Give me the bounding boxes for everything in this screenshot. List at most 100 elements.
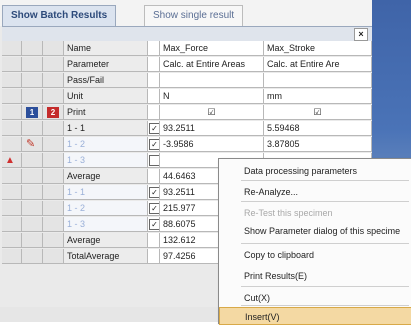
row-label-cell[interactable]: Average (64, 233, 148, 248)
row-marker-cell[interactable] (22, 201, 43, 216)
row-marker-cell[interactable]: 1 (22, 105, 43, 120)
force-value-cell[interactable]: -3.9586 (160, 137, 264, 152)
row-marker-cell[interactable] (43, 137, 64, 152)
context-menu-item[interactable]: Re-Test this specimen (219, 204, 411, 222)
stroke-value-cell[interactable]: ☑ (264, 105, 372, 120)
row-check-cell[interactable] (148, 105, 160, 120)
row-label-cell[interactable]: Pass/Fail (64, 73, 148, 88)
force-value-cell[interactable]: ☑ (160, 105, 264, 120)
row-checkbox[interactable] (149, 155, 159, 166)
row-marker-cell[interactable] (43, 233, 64, 248)
table-row[interactable]: Parameter Calc. at Entire Areas Calc. at E… (2, 57, 372, 73)
stroke-value-cell[interactable]: 3.87805 (264, 137, 372, 152)
row-marker-cell[interactable] (22, 89, 43, 104)
context-menu-item[interactable]: Copy to clipboard (219, 246, 411, 264)
row-marker-cell[interactable] (22, 233, 43, 248)
row-marker-cell[interactable] (43, 153, 64, 168)
row-checkbox[interactable]: ✓ (149, 123, 159, 134)
row-marker-cell[interactable] (22, 121, 43, 136)
row-marker-cell[interactable] (43, 73, 64, 88)
row-marker-cell[interactable] (22, 249, 43, 264)
row-check-cell[interactable] (148, 233, 160, 248)
row-marker-cell[interactable] (43, 89, 64, 104)
context-menu-item[interactable]: Data processing parameters (219, 162, 411, 180)
row-marker-cell[interactable]: 2 (43, 105, 64, 120)
table-row[interactable]: ✎ 1 - 2 ✓ -3.9586 3.87805 (2, 137, 372, 153)
row-marker-cell[interactable] (43, 249, 64, 264)
row-check-cell[interactable]: ✓ (148, 121, 160, 136)
context-menu-item[interactable]: Insert(V) (219, 307, 411, 325)
row-label-cell[interactable]: 1 - 1 (64, 185, 148, 200)
row-marker-cell[interactable] (22, 73, 43, 88)
row-marker-cell[interactable] (43, 121, 64, 136)
row-check-cell[interactable] (148, 41, 160, 56)
row-check-cell[interactable] (148, 57, 160, 72)
row-marker-cell[interactable] (22, 169, 43, 184)
row-check-cell[interactable] (148, 249, 160, 264)
table-row[interactable]: Name Max_Force Max_Stroke (2, 41, 372, 57)
row-check-cell[interactable] (148, 73, 160, 88)
tab-show-single-result[interactable]: Show single result (144, 5, 244, 26)
stroke-value-cell[interactable]: 5.59468 (264, 121, 372, 136)
row-label-cell[interactable]: 1 - 3 (64, 217, 148, 232)
row-label-cell[interactable]: Name (64, 41, 148, 56)
row-label-cell[interactable]: 1 - 3 (64, 153, 148, 168)
force-value-cell[interactable]: N (160, 89, 264, 104)
row-label-cell[interactable]: TotalAverage (64, 249, 148, 264)
print-blue-icon[interactable]: 1 (26, 107, 38, 118)
row-label-cell[interactable]: 1 - 2 (64, 137, 148, 152)
row-header-cell (2, 233, 22, 248)
row-label-cell[interactable]: Average (64, 169, 148, 184)
stroke-value-cell[interactable] (264, 73, 372, 88)
row-marker-cell[interactable] (22, 57, 43, 72)
row-label-cell[interactable]: Unit (64, 89, 148, 104)
print-red-icon[interactable]: 2 (47, 107, 59, 118)
table-row[interactable]: 1 2 Print ☑ ☑ (2, 105, 372, 121)
row-check-cell[interactable] (148, 169, 160, 184)
context-menu-item[interactable]: Show Parameter dialog of this specime (219, 222, 411, 240)
row-label-cell[interactable]: 1 - 2 (64, 201, 148, 216)
row-checkbox[interactable]: ✓ (149, 203, 159, 214)
row-marker-cell[interactable] (43, 217, 64, 232)
row-check-cell[interactable]: ✓ (148, 201, 160, 216)
row-marker-cell[interactable] (43, 185, 64, 200)
row-marker-cell[interactable] (43, 201, 64, 216)
tab-show-batch-results[interactable]: Show Batch Results (2, 5, 117, 26)
row-checkbox[interactable]: ✓ (149, 187, 159, 198)
context-menu-item[interactable]: Re-Analyze... (219, 183, 411, 201)
table-row[interactable]: 1 - 1 ✓ 93.2511 5.59468 (2, 121, 372, 137)
row-checkbox[interactable]: ✓ (149, 139, 159, 150)
force-value-cell[interactable]: Max_Force (160, 41, 264, 56)
row-check-cell[interactable]: ✓ (148, 137, 160, 152)
row-marker-cell[interactable] (43, 57, 64, 72)
close-button[interactable]: × (354, 28, 368, 41)
context-menu-item[interactable]: Print Results(E) (219, 267, 411, 285)
row-label-cell[interactable]: Print (64, 105, 148, 120)
table-row[interactable]: Pass/Fail (2, 73, 372, 89)
row-label-cell[interactable]: Parameter (64, 57, 148, 72)
row-marker-cell[interactable] (22, 217, 43, 232)
row-header-cell (2, 57, 22, 72)
stroke-value-cell[interactable]: Max_Stroke (264, 41, 372, 56)
table-row[interactable]: Unit Nmm (2, 89, 372, 105)
force-value-cell[interactable]: 93.2511 (160, 121, 264, 136)
row-marker-cell[interactable] (43, 169, 64, 184)
force-value-cell[interactable]: Calc. at Entire Areas (160, 57, 264, 72)
edit-pen-icon: ✎ (26, 138, 36, 150)
row-marker-cell[interactable] (22, 153, 43, 168)
row-check-cell[interactable] (148, 153, 160, 168)
row-header-cell (2, 169, 22, 184)
force-value-cell[interactable] (160, 73, 264, 88)
row-checkbox[interactable]: ✓ (149, 219, 159, 230)
row-check-cell[interactable]: ✓ (148, 185, 160, 200)
row-marker-cell[interactable] (22, 185, 43, 200)
tab-bar: Show Batch Results Show single result (0, 0, 372, 26)
row-marker-cell[interactable] (43, 41, 64, 56)
row-check-cell[interactable] (148, 89, 160, 104)
stroke-value-cell[interactable]: Calc. at Entire Are (264, 57, 372, 72)
row-label-cell[interactable]: 1 - 1 (64, 121, 148, 136)
stroke-value-cell[interactable]: mm (264, 89, 372, 104)
row-marker-cell[interactable]: ✎ (22, 137, 43, 152)
row-check-cell[interactable]: ✓ (148, 217, 160, 232)
row-marker-cell[interactable] (22, 41, 43, 56)
